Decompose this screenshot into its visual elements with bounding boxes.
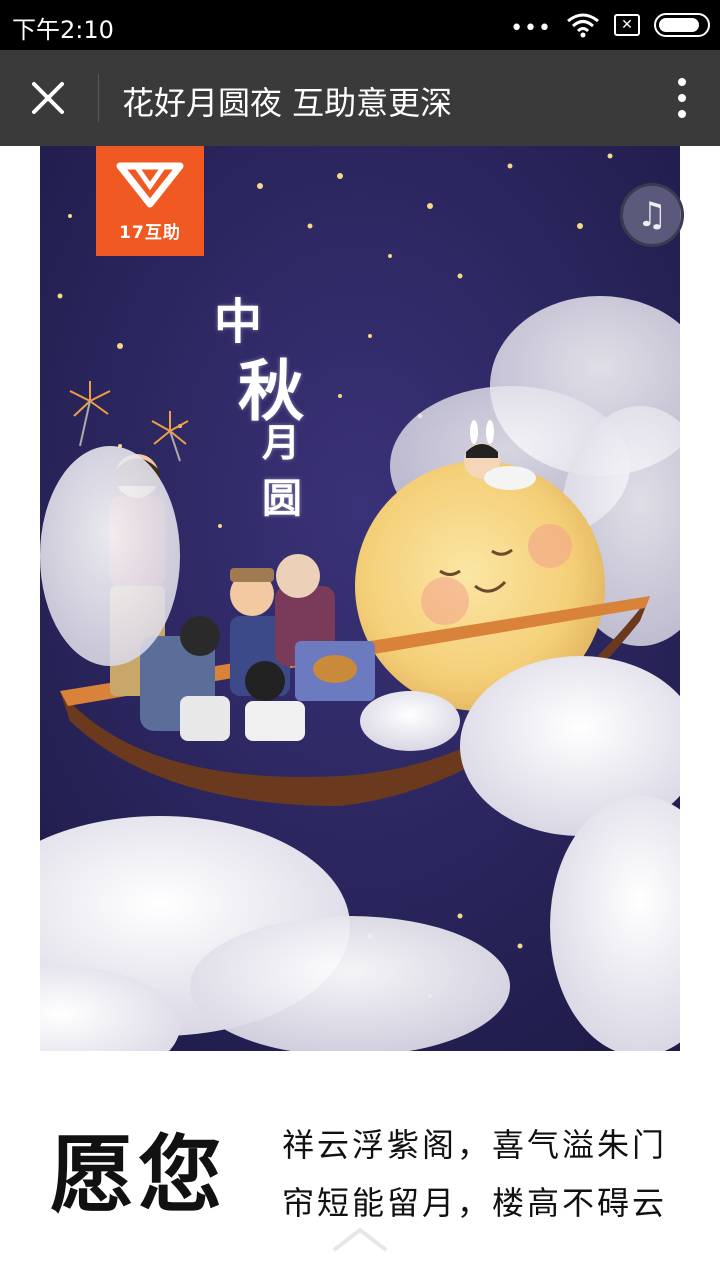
close-icon[interactable] <box>22 72 74 124</box>
status-time: 下午2:10 <box>12 16 114 44</box>
chevron-up-icon[interactable] <box>328 1224 392 1254</box>
status-bar: 下午2:10 ••• ✕ <box>0 0 720 50</box>
wifi-icon <box>567 13 599 38</box>
sim-icon: ✕ <box>614 14 640 36</box>
logo-text: 17互助 <box>119 223 181 243</box>
poster-title-char-4: 圆 <box>262 475 302 522</box>
wish-line-1: 祥云浮紫阁，喜气溢朱门 <box>282 1126 668 1164</box>
more-vertical-icon[interactable] <box>672 76 692 120</box>
wish-heading: 愿您 <box>50 1125 227 1224</box>
dots-icon: ••• <box>510 15 552 41</box>
app-logo: 17互助 <box>96 146 204 256</box>
title-bar: 花好月圆夜 互助意更深 <box>0 50 720 146</box>
status-icons: ••• ✕ <box>510 0 710 50</box>
page-title: 花好月圆夜 互助意更深 <box>122 84 453 122</box>
mid-autumn-poster <box>40 146 680 1051</box>
logo-triangle-icon <box>116 162 184 208</box>
battery-icon <box>654 13 710 37</box>
poster-illustration <box>40 146 680 1051</box>
wish-line-2: 帘短能留月，楼高不碍云 <box>282 1184 668 1222</box>
poster-title-char-3: 月 <box>262 420 301 465</box>
nav-divider <box>98 74 99 122</box>
music-note-icon[interactable]: ♫ <box>620 183 684 247</box>
